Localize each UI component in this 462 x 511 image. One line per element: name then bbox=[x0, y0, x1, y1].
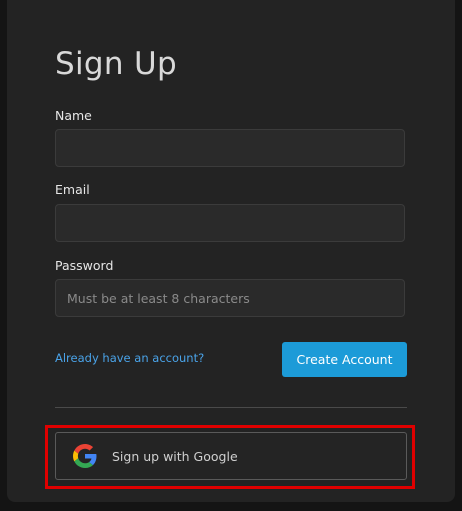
name-field[interactable] bbox=[55, 129, 405, 167]
google-signup-button[interactable]: Sign up with Google bbox=[55, 432, 407, 480]
email-label: Email bbox=[55, 182, 90, 197]
email-field[interactable] bbox=[55, 204, 405, 242]
google-icon bbox=[73, 444, 97, 468]
page-title: Sign Up bbox=[55, 46, 177, 82]
name-label: Name bbox=[55, 108, 92, 123]
password-field[interactable] bbox=[55, 279, 405, 317]
signin-link[interactable]: Already have an account? bbox=[55, 351, 204, 365]
password-label: Password bbox=[55, 258, 114, 273]
google-signup-label: Sign up with Google bbox=[112, 448, 238, 464]
create-account-button[interactable]: Create Account bbox=[282, 342, 407, 377]
divider bbox=[55, 407, 407, 408]
